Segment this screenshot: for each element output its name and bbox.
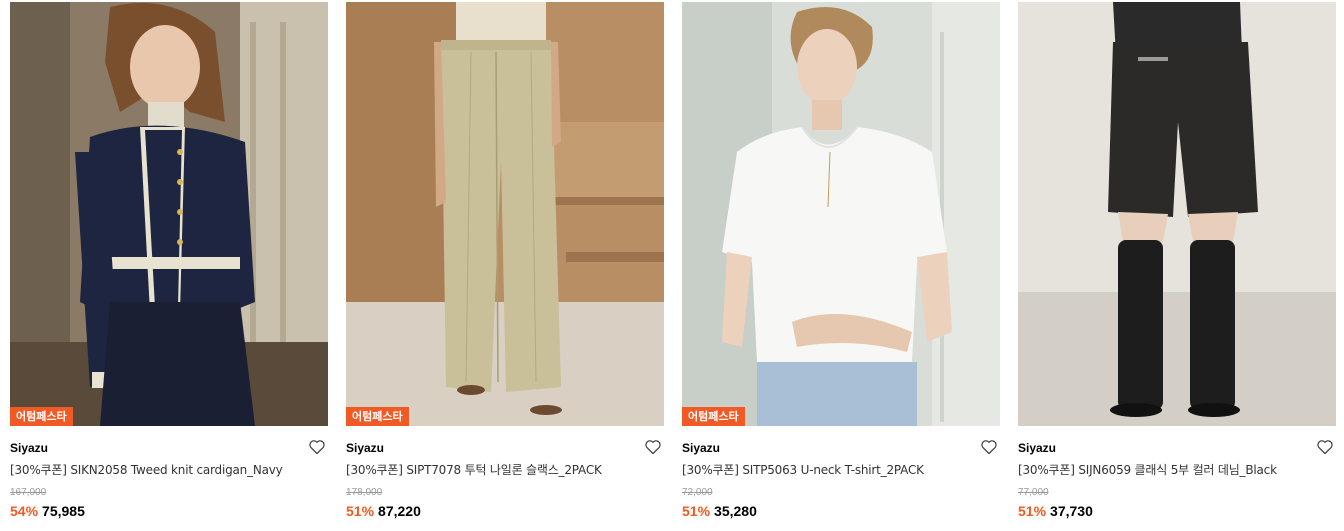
event-badge: 어텀페스타 — [682, 407, 745, 426]
product-photo-navy-cardigan — [10, 2, 328, 426]
sale-price: 35,280 — [714, 503, 757, 519]
product-image[interactable]: 어텀페스타 — [682, 2, 1000, 426]
original-price: 77,000 — [1018, 487, 1049, 498]
product-title[interactable]: [30%쿠폰] SIKN2058 Tweed knit cardigan_Nav… — [10, 462, 328, 478]
product-card[interactable]: 어텀페스타 Siyazu [30%쿠폰] SIPT7078 투턱 나일론 슬랙스… — [346, 2, 664, 519]
brand-name[interactable]: Siyazu — [682, 440, 1000, 456]
product-meta: Siyazu [30%쿠폰] SIJN6059 클래식 5부 컬러 데님_Bla… — [1018, 426, 1336, 519]
original-price: 178,000 — [346, 487, 383, 498]
original-price: 167,000 — [10, 487, 47, 498]
product-card[interactable]: Siyazu [30%쿠폰] SIJN6059 클래식 5부 컬러 데님_Bla… — [1018, 2, 1336, 519]
brand-name[interactable]: Siyazu — [346, 440, 664, 456]
sale-price: 75,985 — [42, 503, 85, 519]
product-image[interactable] — [1018, 2, 1336, 426]
heart-outline-icon[interactable] — [308, 439, 326, 455]
heart-outline-icon[interactable] — [1316, 439, 1334, 455]
price-row: 51% 35,280 — [682, 503, 1000, 519]
product-grid: 어텀페스타 Siyazu [30%쿠폰] SIKN2058 Tweed knit… — [0, 0, 1344, 531]
price-row: 51% 37,730 — [1018, 503, 1336, 519]
event-badge: 어텀페스타 — [346, 407, 409, 426]
event-badge: 어텀페스타 — [10, 407, 73, 426]
price-row: 51% 87,220 — [346, 503, 664, 519]
product-image[interactable]: 어텀페스타 — [346, 2, 664, 426]
sale-price: 37,730 — [1050, 503, 1093, 519]
heart-outline-icon[interactable] — [980, 439, 998, 455]
product-image[interactable]: 어텀페스타 — [10, 2, 328, 426]
original-price: 72,000 — [682, 487, 713, 498]
product-photo-white-tshirt — [682, 2, 1000, 426]
product-meta: Siyazu [30%쿠폰] SIPT7078 투턱 나일론 슬랙스_2PACK… — [346, 426, 664, 519]
discount-rate: 51% — [1018, 503, 1047, 519]
heart-outline-icon[interactable] — [644, 439, 662, 455]
product-title[interactable]: [30%쿠폰] SITP5063 U-neck T-shirt_2PACK — [682, 462, 1000, 478]
product-meta: Siyazu [30%쿠폰] SITP5063 U-neck T-shirt_2… — [682, 426, 1000, 519]
brand-name[interactable]: Siyazu — [10, 440, 328, 456]
brand-name[interactable]: Siyazu — [1018, 440, 1336, 456]
product-meta: Siyazu [30%쿠폰] SIKN2058 Tweed knit cardi… — [10, 426, 328, 519]
discount-rate: 51% — [346, 503, 375, 519]
product-card[interactable]: 어텀페스타 Siyazu [30%쿠폰] SITP5063 U-neck T-s… — [682, 2, 1000, 519]
product-title[interactable]: [30%쿠폰] SIJN6059 클래식 5부 컬러 데님_Black — [1018, 462, 1336, 478]
discount-rate: 54% — [10, 503, 39, 519]
sale-price: 87,220 — [378, 503, 421, 519]
discount-rate: 51% — [682, 503, 711, 519]
price-row: 54% 75,985 — [10, 503, 328, 519]
product-title[interactable]: [30%쿠폰] SIPT7078 투턱 나일론 슬랙스_2PACK — [346, 462, 664, 478]
product-photo-beige-slacks — [346, 2, 664, 426]
product-card[interactable]: 어텀페스타 Siyazu [30%쿠폰] SIKN2058 Tweed knit… — [10, 2, 328, 519]
product-photo-black-denim — [1018, 2, 1336, 426]
